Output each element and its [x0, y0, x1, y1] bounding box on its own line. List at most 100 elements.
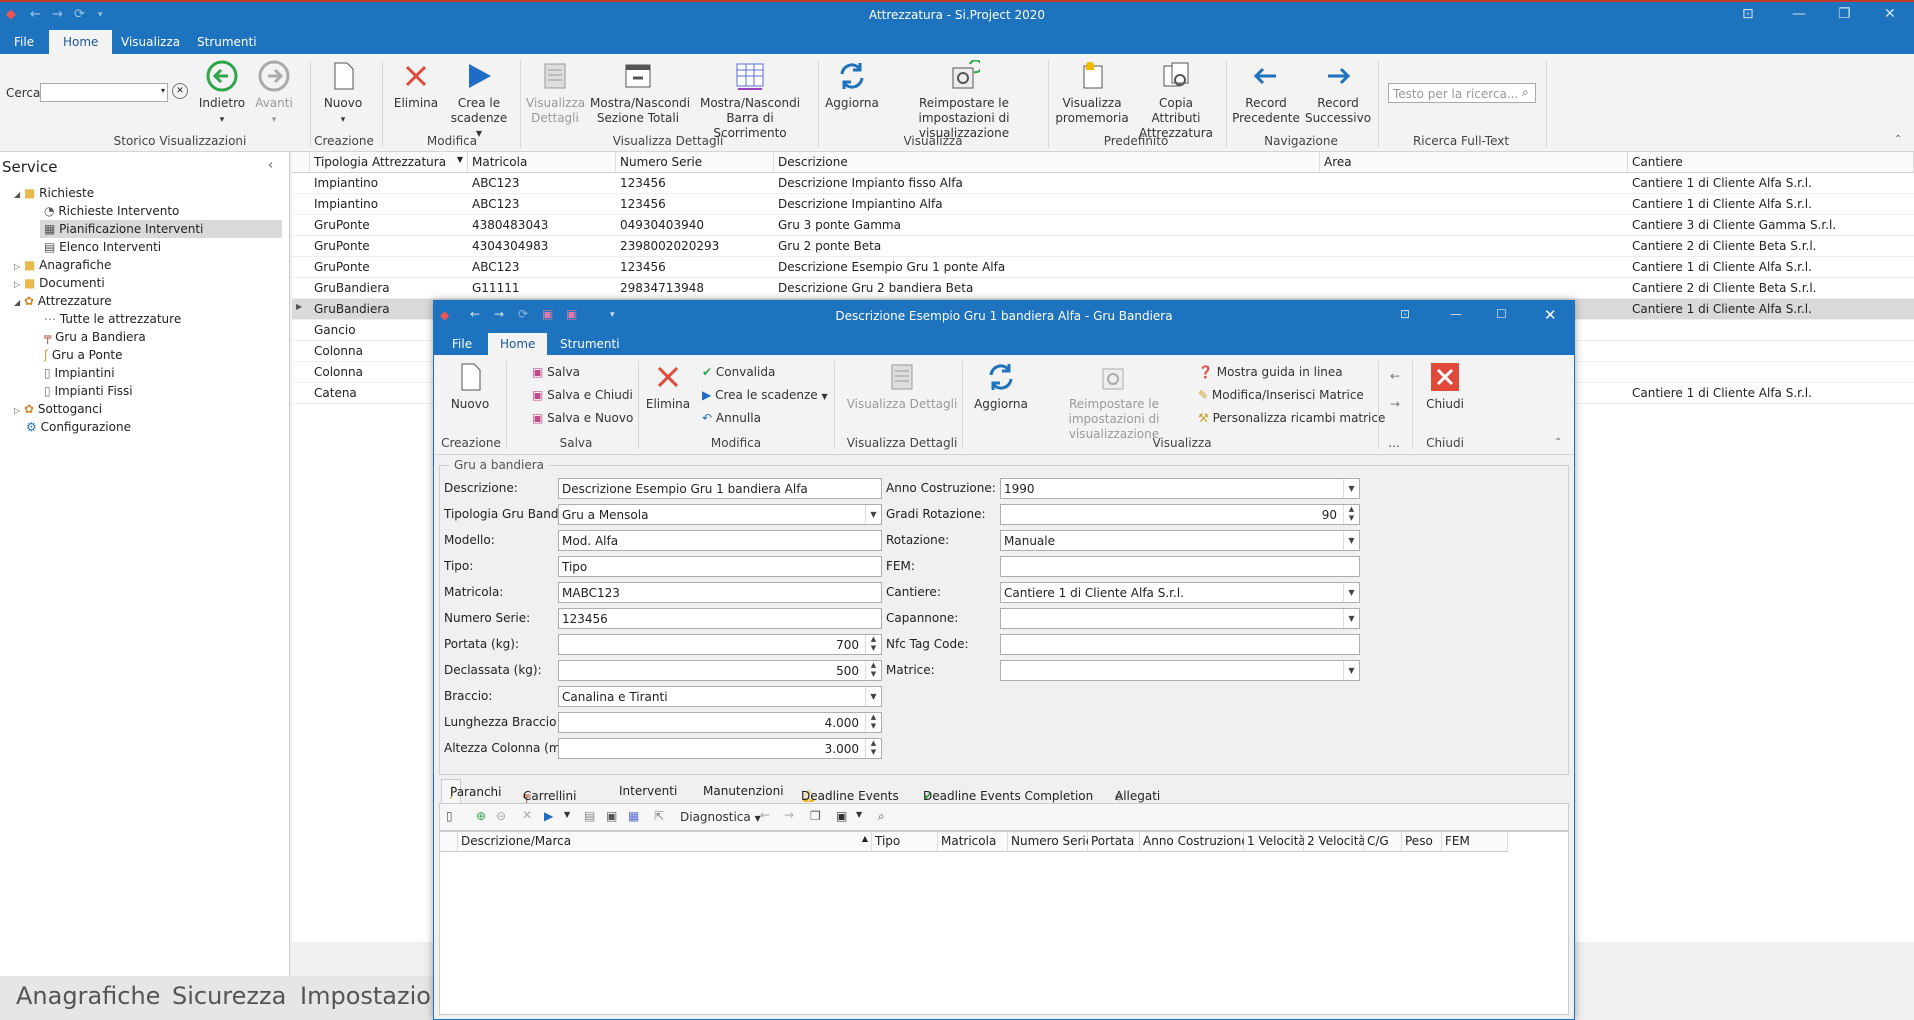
close-icon[interactable]: ✕: [1884, 6, 1896, 22]
tree-richieste-intervento[interactable]: ◔ Richieste Intervento: [44, 204, 179, 218]
tree-impianti-fissi[interactable]: ▯ Impianti Fissi: [44, 384, 133, 398]
clear-search-icon[interactable]: ✕: [172, 83, 188, 99]
restore-ribbon-icon[interactable]: ⊡: [1742, 6, 1754, 22]
table-cell[interactable]: Cantiere 1 di Cliente Alfa S.r.l.: [1628, 383, 1914, 404]
lunghezza-spinner[interactable]: 4.000 ▲ ▼: [558, 712, 882, 733]
add-row-icon[interactable]: ⊕: [476, 809, 486, 823]
portata-spinner[interactable]: 700 ▲ ▼: [558, 634, 882, 655]
table-cell[interactable]: [1320, 173, 1628, 194]
dialog-minimize-icon[interactable]: —: [1450, 307, 1462, 321]
chiudi-button[interactable]: Chiudi: [1422, 361, 1468, 412]
row-indicator[interactable]: ▶: [292, 299, 310, 320]
maximize-icon[interactable]: ❐: [1838, 6, 1851, 22]
elimina-button[interactable]: Elimina: [392, 60, 440, 111]
delete-row-icon[interactable]: ✕: [522, 808, 532, 822]
tree-richieste[interactable]: ◢ ■ Richieste: [14, 186, 94, 200]
table-cell[interactable]: Gru 2 ponte Beta: [774, 236, 1320, 257]
nuovo-button[interactable]: Nuovo ▾: [318, 60, 368, 128]
modifica-matrice-button[interactable]: ✎ Modifica/Inserisci Matrice: [1198, 388, 1364, 402]
tree-tutte-attrezzature[interactable]: ⋯ Tutte le attrezzature: [44, 312, 181, 326]
menu-visualizza[interactable]: Visualizza: [121, 35, 180, 49]
magnifier-icon[interactable]: ⌕: [1522, 85, 1529, 100]
table-cell[interactable]: GruBandiera: [310, 278, 468, 299]
nav-impostazioni[interactable]: Impostazioni: [300, 982, 453, 1010]
table-cell[interactable]: 04930403940: [616, 215, 774, 236]
table-cell[interactable]: Gru 3 ponte Gamma: [774, 215, 1320, 236]
row-indicator[interactable]: [292, 257, 310, 278]
column-header[interactable]: Area: [1320, 152, 1628, 173]
matrice-select[interactable]: ▼: [1000, 660, 1360, 681]
dropdown-caret-icon[interactable]: ▼: [856, 810, 862, 819]
row-indicator[interactable]: [292, 236, 310, 257]
collapse-ribbon-icon[interactable]: ⌃: [1894, 134, 1902, 145]
table-cell[interactable]: 2398002020293: [616, 236, 774, 257]
tab-manutenzioni[interactable]: Manutenzioni: [703, 784, 784, 798]
record-precedente-button[interactable]: Record Precedente: [1232, 60, 1300, 126]
table-cell[interactable]: GruPonte: [310, 257, 468, 278]
row-indicator[interactable]: [292, 278, 310, 299]
braccio-select[interactable]: Canalina e Tiranti ▼: [558, 686, 882, 707]
table-cell[interactable]: G11111: [468, 278, 616, 299]
dialog-menu-home[interactable]: Home: [488, 333, 548, 355]
dropdown-arrow-icon[interactable]: ▼: [1343, 531, 1359, 550]
filter-dropdown-icon[interactable]: ▼: [457, 155, 463, 164]
table-cell[interactable]: Cantiere 3 di Cliente Gamma S.r.l.: [1628, 215, 1914, 236]
tree-documenti[interactable]: ▷ ■ Documenti: [14, 276, 105, 290]
spinner-arrows-icon[interactable]: ▲ ▼: [865, 713, 881, 732]
column-header[interactable]: Numero Serie: [616, 152, 774, 173]
grid-scroll-icon[interactable]: ▦: [628, 809, 639, 823]
expand-caret-icon[interactable]: ▷: [14, 280, 20, 289]
new-row-icon[interactable]: ▯: [446, 809, 453, 823]
numero-serie-field[interactable]: 123456: [558, 608, 882, 629]
dropdown-caret-icon[interactable]: ▼: [822, 392, 828, 401]
expand-caret-icon[interactable]: ◢: [14, 298, 20, 307]
aggiorna-button[interactable]: Aggiorna: [824, 60, 880, 111]
table-cell[interactable]: [1320, 194, 1628, 215]
column-header[interactable]: Tipologia Attrezzatura ▼: [310, 152, 468, 173]
column-header[interactable]: Matricola: [468, 152, 616, 173]
collapse-sidebar-icon[interactable]: ‹: [268, 158, 273, 173]
dropdown-arrow-icon[interactable]: ▼: [1343, 661, 1359, 680]
dropdown-arrow-icon[interactable]: ▼: [865, 505, 881, 524]
column-header[interactable]: Descrizione: [774, 152, 1320, 173]
column-header[interactable]: Descrizione/Marca ▲: [458, 832, 872, 852]
tree-pianificazione-interventi[interactable]: ▦ Pianificazione Interventi: [44, 222, 203, 236]
table-cell[interactable]: Cantiere 1 di Cliente Alfa S.r.l.: [1628, 194, 1914, 215]
diagnostica-dropdown[interactable]: Diagnostica ▼: [680, 810, 761, 824]
fem-field[interactable]: [1000, 556, 1360, 577]
search-input[interactable]: ▾: [40, 83, 168, 102]
play-icon[interactable]: ▶: [544, 809, 553, 823]
menu-home[interactable]: Home: [49, 30, 113, 54]
visualizza-dettagli-button[interactable]: Visualizza Dettagli: [526, 60, 585, 126]
row-indicator[interactable]: [292, 320, 310, 341]
mostra-barra-scorrimento-button[interactable]: Mostra/Nascondi Barra di Scorrimento: [694, 60, 806, 141]
table-cell[interactable]: ABC123: [468, 194, 616, 215]
tree-sottoganci[interactable]: ▷ ✿ Sottoganci: [14, 402, 102, 416]
declassata-spinner[interactable]: 500 ▲ ▼: [558, 660, 882, 681]
sort-ascending-icon[interactable]: ▲: [862, 834, 868, 843]
rotazione-select[interactable]: Manuale ▼: [1000, 530, 1360, 551]
expand-caret-icon[interactable]: ▷: [14, 262, 20, 271]
table-cell[interactable]: Descrizione Esempio Gru 1 ponte Alfa: [774, 257, 1320, 278]
table-cell[interactable]: Cantiere 1 di Cliente Alfa S.r.l.: [1628, 299, 1914, 320]
table-cell[interactable]: ABC123: [468, 257, 616, 278]
annulla-button[interactable]: ↶ Annulla: [702, 411, 761, 425]
row-indicator[interactable]: [292, 173, 310, 194]
descrizione-field[interactable]: Descrizione Esempio Gru 1 bandiera Alfa: [558, 478, 882, 499]
tree-anagrafiche[interactable]: ▷ ■ Anagrafiche: [14, 258, 111, 272]
remove-row-icon[interactable]: ⊖: [496, 809, 506, 823]
copia-attributi-button[interactable]: Copia Attributi Attrezzatura: [1134, 60, 1218, 141]
table-cell[interactable]: Cantiere 2 di Cliente Beta S.r.l.: [1628, 236, 1914, 257]
column-header[interactable]: Tipo: [872, 832, 938, 852]
dialog-menu-strumenti[interactable]: Strumenti: [560, 337, 620, 351]
tab-paranchi[interactable]: ʃ Paranchi: [441, 779, 501, 803]
dialog-reimpostare-button[interactable]: Reimpostare le impostazioni di visualizz…: [1038, 361, 1190, 442]
table-cell[interactable]: [1320, 215, 1628, 236]
next-icon[interactable]: →: [784, 808, 794, 822]
copy-icon[interactable]: ❐: [810, 809, 821, 823]
fulltext-search-input[interactable]: Testo per la ricerca...: [1388, 83, 1536, 103]
avanti-button[interactable]: Avanti ▾: [250, 60, 298, 128]
dialog-aggiorna-button[interactable]: Aggiorna: [970, 361, 1032, 412]
anno-select[interactable]: 1990 ▼: [1000, 478, 1360, 499]
dialog-restore-ribbon-icon[interactable]: ⊡: [1400, 307, 1410, 321]
